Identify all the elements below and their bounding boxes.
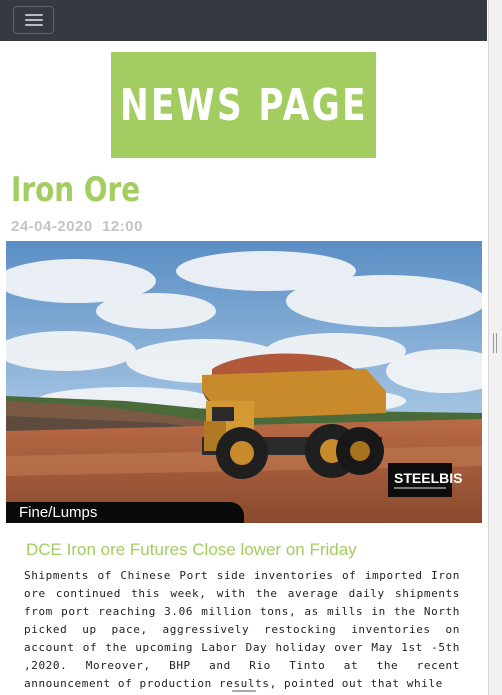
bottom-drag-handle[interactable] [232, 690, 256, 692]
menu-icon-bar [25, 14, 43, 16]
top-navbar [0, 0, 487, 41]
news-headline[interactable]: DCE Iron ore Futures Close lower on Frid… [26, 540, 357, 560]
article-date: 24-04-2020 12:00 [11, 218, 143, 235]
page-viewport: NEWS PAGE Iron Ore 24-04-2020 12:00 STEE… [0, 0, 489, 695]
resize-handle[interactable] [493, 333, 497, 353]
article-photo: STEELBIS [6, 241, 482, 523]
news-page-banner: NEWS PAGE [111, 52, 376, 158]
article-title: Iron Ore [11, 170, 141, 210]
menu-icon-bar [25, 19, 43, 21]
steelbis-watermark: STEELBIS [394, 470, 462, 486]
menu-icon-bar [25, 24, 43, 26]
article-body: Shipments of Chinese Port side inventori… [24, 569, 460, 690]
banner-title: NEWS PAGE [119, 79, 368, 131]
category-tag: Fine/Lumps [6, 502, 244, 523]
hamburger-menu-button[interactable] [13, 6, 54, 34]
